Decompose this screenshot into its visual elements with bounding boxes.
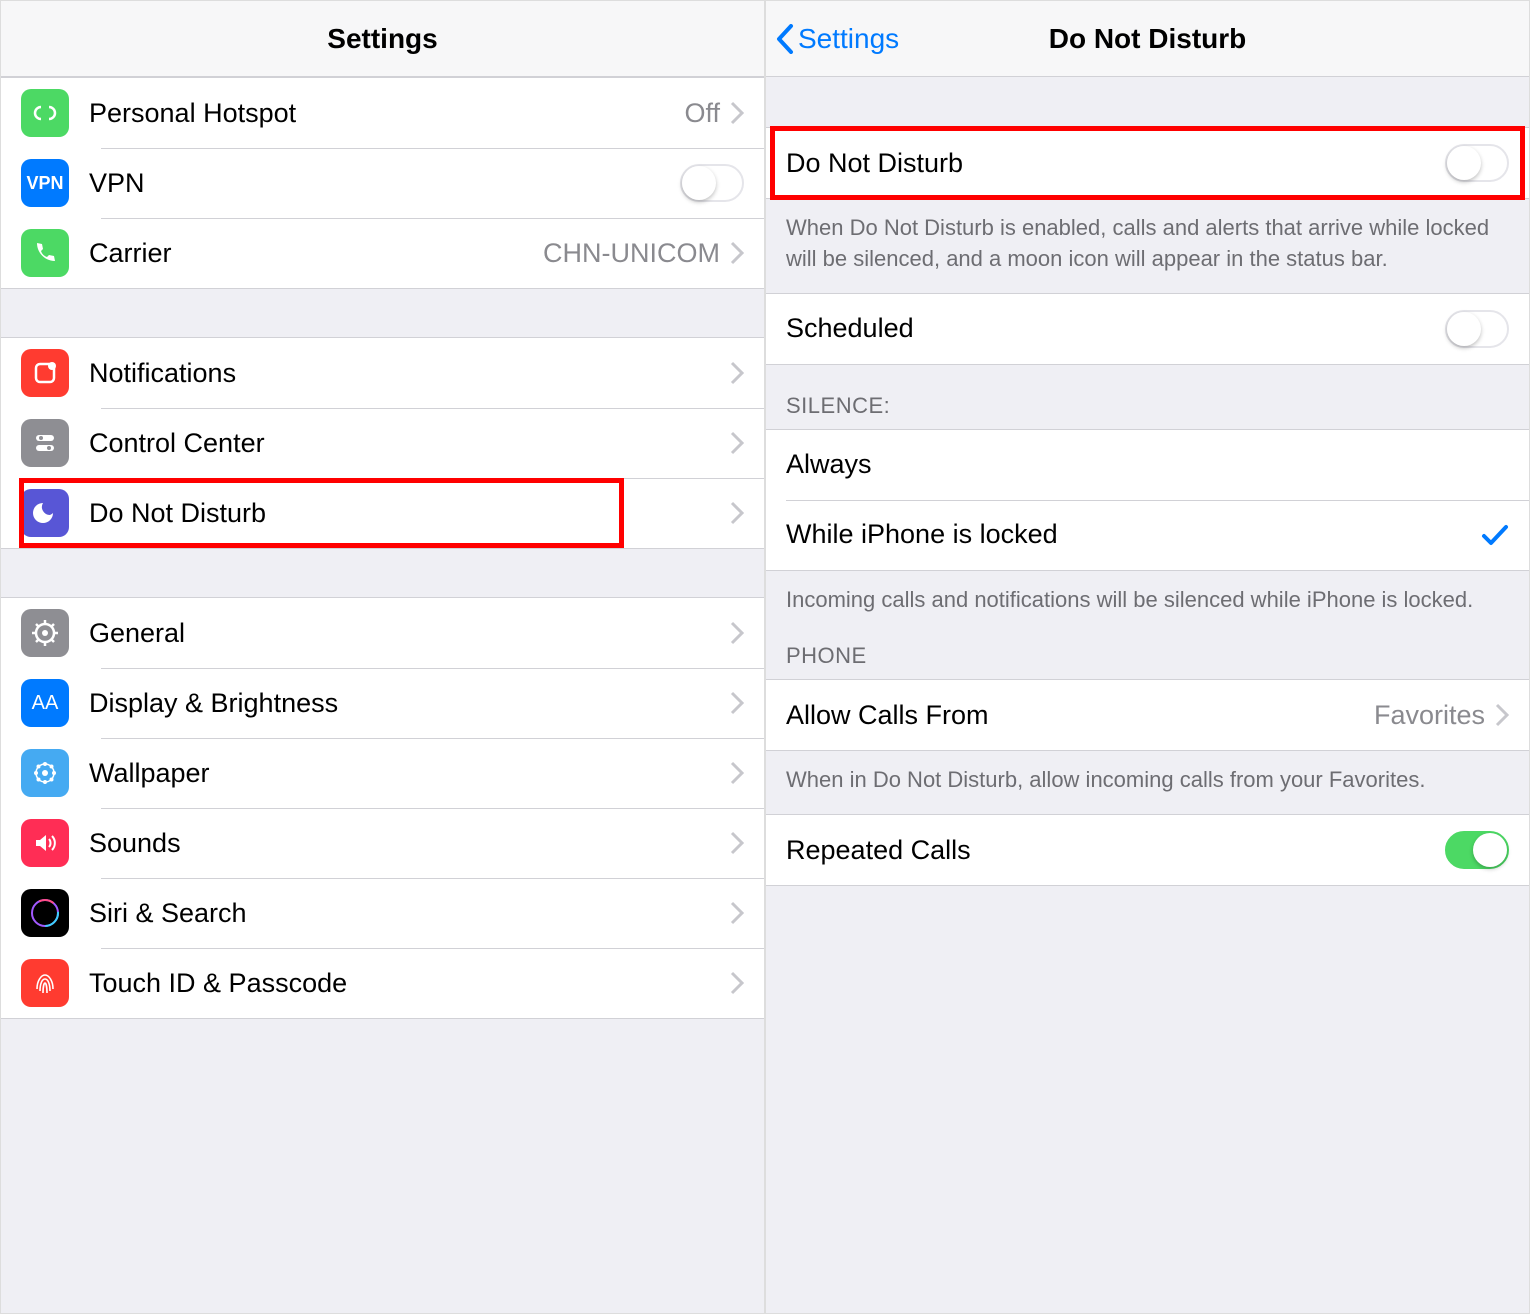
- hotspot-label: Personal Hotspot: [89, 98, 684, 129]
- repeated-calls-toggle[interactable]: [1445, 831, 1509, 869]
- dnd-toggle[interactable]: [1445, 144, 1509, 182]
- dnd-footer: When Do Not Disturb is enabled, calls an…: [766, 199, 1529, 293]
- row-control-center[interactable]: Control Center: [1, 408, 764, 478]
- general-label: General: [89, 618, 730, 649]
- allow-calls-value: Favorites: [1374, 700, 1485, 731]
- vpn-label: VPN: [89, 168, 680, 199]
- back-label: Settings: [798, 23, 899, 55]
- siri-label: Siri & Search: [89, 898, 730, 929]
- dnd-toggle-label: Do Not Disturb: [786, 148, 1445, 179]
- chevron-right-icon: [730, 971, 744, 995]
- hotspot-value: Off: [684, 98, 720, 129]
- chevron-left-icon: [776, 24, 794, 54]
- sounds-icon: [21, 819, 69, 867]
- row-personal-hotspot[interactable]: Personal Hotspot Off: [1, 78, 764, 148]
- back-button[interactable]: Settings: [776, 23, 899, 55]
- carrier-label: Carrier: [89, 238, 543, 269]
- chevron-right-icon: [730, 431, 744, 455]
- hotspot-icon: [21, 89, 69, 137]
- always-label: Always: [786, 449, 1509, 480]
- touchid-label: Touch ID & Passcode: [89, 968, 730, 999]
- row-silence-while-locked[interactable]: While iPhone is locked: [766, 500, 1529, 570]
- allow-calls-label: Allow Calls From: [786, 700, 1374, 731]
- allow-calls-footer: When in Do Not Disturb, allow incoming c…: [766, 751, 1529, 814]
- vpn-icon: VPN: [21, 159, 69, 207]
- row-notifications[interactable]: Notifications: [1, 338, 764, 408]
- row-silence-always[interactable]: Always: [766, 430, 1529, 500]
- phone-icon: [21, 229, 69, 277]
- chevron-right-icon: [730, 831, 744, 855]
- row-general[interactable]: General: [1, 598, 764, 668]
- scheduled-label: Scheduled: [786, 313, 1445, 344]
- display-label: Display & Brightness: [89, 688, 730, 719]
- chevron-right-icon: [730, 501, 744, 525]
- silence-header: SILENCE:: [766, 365, 1529, 429]
- notifications-label: Notifications: [89, 358, 730, 389]
- row-sounds[interactable]: Sounds: [1, 808, 764, 878]
- chevron-right-icon: [730, 691, 744, 715]
- settings-pane: Settings Personal Hotspot Off VPN VPN Ca…: [0, 0, 765, 1314]
- row-display-brightness[interactable]: AA Display & Brightness: [1, 668, 764, 738]
- row-dnd-toggle[interactable]: Do Not Disturb: [766, 128, 1529, 198]
- settings-header: Settings: [1, 1, 764, 77]
- row-allow-calls-from[interactable]: Allow Calls From Favorites: [766, 680, 1529, 750]
- vpn-toggle[interactable]: [680, 164, 744, 202]
- while-locked-label: While iPhone is locked: [786, 519, 1481, 550]
- fingerprint-icon: [21, 959, 69, 1007]
- chevron-right-icon: [730, 901, 744, 925]
- moon-icon: [21, 489, 69, 537]
- row-do-not-disturb[interactable]: Do Not Disturb: [1, 478, 764, 548]
- control-center-label: Control Center: [89, 428, 730, 459]
- phone-header: PHONE: [766, 633, 1529, 679]
- notifications-icon: [21, 349, 69, 397]
- row-siri-search[interactable]: Siri & Search: [1, 878, 764, 948]
- sounds-label: Sounds: [89, 828, 730, 859]
- dnd-label: Do Not Disturb: [89, 498, 730, 529]
- gear-icon: [21, 609, 69, 657]
- silence-footer: Incoming calls and notifications will be…: [766, 571, 1529, 634]
- chevron-right-icon: [730, 361, 744, 385]
- repeated-calls-label: Repeated Calls: [786, 835, 1445, 866]
- row-wallpaper[interactable]: Wallpaper: [1, 738, 764, 808]
- chevron-right-icon: [730, 101, 744, 125]
- dnd-header: Settings Do Not Disturb: [766, 1, 1529, 77]
- wallpaper-icon: [21, 749, 69, 797]
- row-vpn[interactable]: VPN VPN: [1, 148, 764, 218]
- row-repeated-calls[interactable]: Repeated Calls: [766, 815, 1529, 885]
- row-touch-id[interactable]: Touch ID & Passcode: [1, 948, 764, 1018]
- display-icon: AA: [21, 679, 69, 727]
- carrier-value: CHN-UNICOM: [543, 238, 720, 269]
- checkmark-icon: [1481, 524, 1509, 546]
- wallpaper-label: Wallpaper: [89, 758, 730, 789]
- scheduled-toggle[interactable]: [1445, 310, 1509, 348]
- chevron-right-icon: [1495, 703, 1509, 727]
- dnd-pane: Settings Do Not Disturb Do Not Disturb W…: [765, 0, 1530, 1314]
- row-carrier[interactable]: Carrier CHN-UNICOM: [1, 218, 764, 288]
- settings-title: Settings: [1, 23, 764, 55]
- siri-icon: [21, 889, 69, 937]
- chevron-right-icon: [730, 761, 744, 785]
- chevron-right-icon: [730, 621, 744, 645]
- row-scheduled[interactable]: Scheduled: [766, 294, 1529, 364]
- control-center-icon: [21, 419, 69, 467]
- chevron-right-icon: [730, 241, 744, 265]
